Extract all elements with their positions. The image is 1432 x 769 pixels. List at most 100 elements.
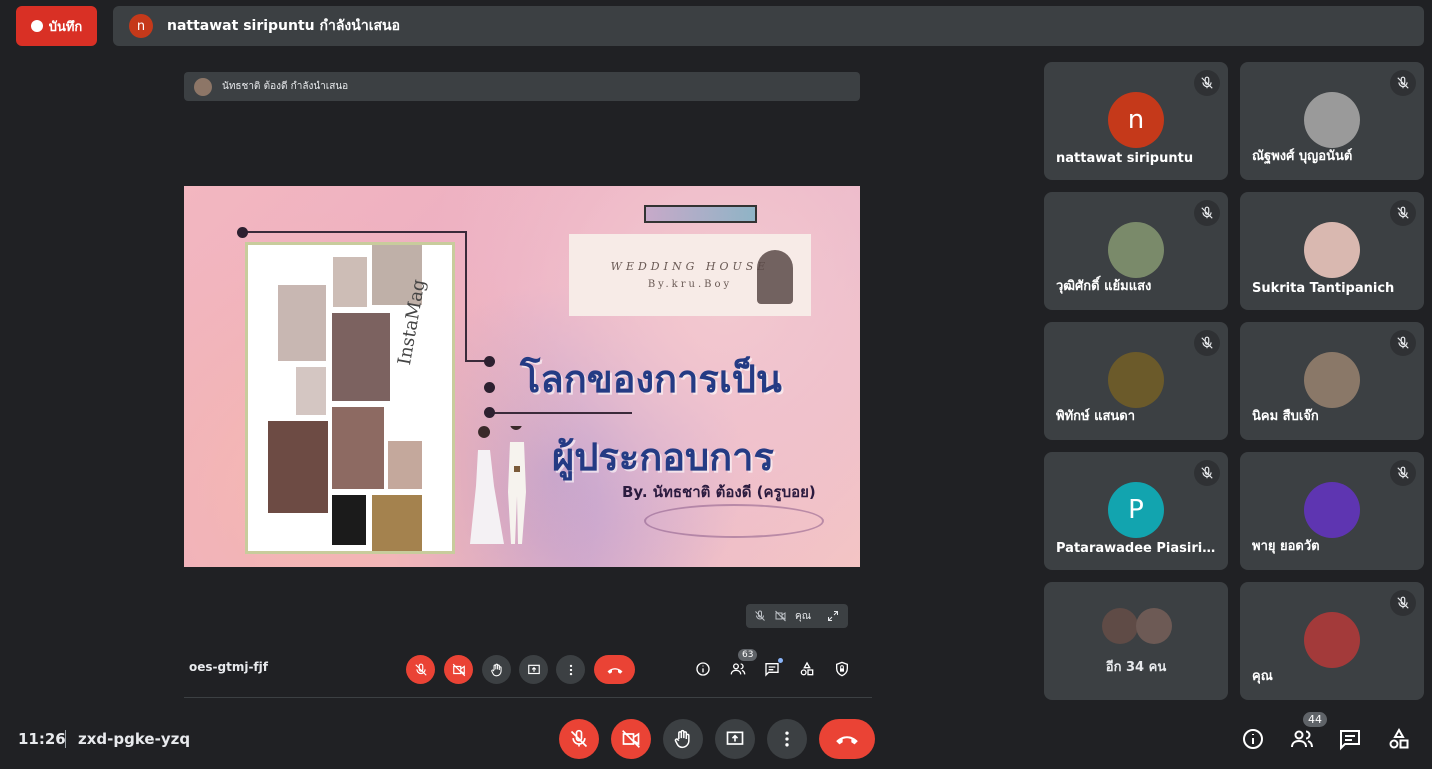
camera-off-icon [452,663,465,676]
presenter-banner: n nattawat siripuntu กำลังนำเสนอ [113,6,1424,46]
inner-activities-button[interactable] [795,657,819,681]
participant-tile[interactable]: พิทักษ์ แสนดา [1044,322,1228,440]
inner-presenter-text: นัทธชาติ ต้องดี กำลังนำเสนอ [222,81,349,92]
participant-tile[interactable]: n nattawat siripuntu [1044,62,1228,180]
mic-off-icon [414,663,427,676]
people-icon [730,663,746,675]
muted-indicator [1390,70,1416,96]
inner-presenter-avatar [194,77,212,96]
wedding-house-logo: WEDDING HOUSE By.kru.Boy [569,234,811,316]
participant-tile[interactable]: P Patarawadee Piasirim... [1044,452,1228,570]
participant-name: คุณ [1252,669,1273,684]
decorative-swirl [644,504,824,538]
hand-icon [674,729,690,749]
mic-off-icon [1201,206,1213,219]
inner-people-count-badge: 63 [738,649,758,661]
inner-presenter-banner: นัทธชาติ ต้องดี กำลังนำเสนอ [184,72,860,101]
mic-off-icon [755,610,765,621]
slide-dot [237,227,248,238]
meeting-code: zxd-pgke-yzq [78,730,191,748]
participant-avatar: n [1108,92,1164,148]
inner-self-view[interactable]: คุณ [746,604,848,628]
participant-avatar [1108,222,1164,278]
slide-byline: By. นัทธชาติ ต้องดี (ครูบอย) [622,483,816,501]
raise-hand-button[interactable] [663,719,703,759]
camera-toggle-button[interactable] [611,719,651,759]
people-button[interactable]: 44 [1287,712,1327,754]
collage-photo [332,407,384,489]
slide-title-line1: โลกของการเป็น [520,356,782,401]
inner-raise-hand-button[interactable] [482,655,511,684]
mic-off-icon [1201,76,1213,89]
collage-photo [372,495,422,551]
inner-host-controls-button[interactable] [830,657,854,681]
muted-indicator [1390,200,1416,226]
chat-unread-dot [778,658,783,663]
participant-avatar [1304,612,1360,668]
inner-people-button[interactable]: 63 [726,649,758,681]
inner-chat-button[interactable] [760,657,784,681]
more-vert-icon [785,731,789,747]
meeting-info-button[interactable] [1238,724,1268,754]
participant-tile[interactable]: ณัฐพงศ์ บุญอนันต์ [1240,62,1424,180]
slide-line [465,231,467,361]
logo-line1: WEDDING HOUSE [610,260,770,273]
inner-mic-off-button[interactable] [406,655,435,684]
inner-info-button[interactable] [691,657,715,681]
collage-photo [296,367,326,415]
slide-title-line2: ผู้ประกอบการ [552,434,774,479]
people-icon [1291,730,1313,748]
self-label: คุณ [795,610,811,622]
inner-camera-off-button[interactable] [444,655,473,684]
participant-avatar [1136,608,1172,644]
inner-more-options-button[interactable] [556,655,585,684]
slide-line [242,231,466,233]
more-options-button[interactable] [767,719,807,759]
inner-present-button[interactable] [519,655,548,684]
slide-dot [484,382,495,393]
participant-name: Patarawadee Piasirim... [1056,541,1218,556]
participant-name: nattawat siripuntu [1056,151,1194,166]
more-vert-icon [569,664,572,675]
chat-button[interactable] [1335,724,1365,754]
present-now-button[interactable] [715,719,755,759]
mic-off-icon [1397,206,1409,219]
presentation-slide: WEDDING HOUSE By.kru.Boy InstaMag โลกของ… [184,186,860,567]
participant-tile[interactable]: คุณ [1240,582,1424,700]
participant-avatar [1304,92,1360,148]
mic-off-icon [1397,466,1409,479]
activities-button[interactable] [1384,724,1414,754]
inner-meeting-code: oes-gtmj-fjf [189,660,268,674]
participant-name: พิทักษ์ แสนดา [1056,409,1136,424]
participant-avatar [1108,352,1164,408]
participant-name: นิคม สืบเจ๊ก [1252,409,1319,424]
slide-decor-bar [644,205,757,223]
activities-icon [800,661,814,676]
leave-call-button[interactable] [819,719,875,759]
participant-tile[interactable]: อีก 34 คน [1044,582,1228,700]
participant-name: ณัฐพงศ์ บุญอนันต์ [1252,149,1353,164]
participant-tile[interactable]: วุฒิศักดิ์ แย้มแสง [1044,192,1228,310]
participant-name: วุฒิศักดิ์ แย้มแสง [1056,279,1152,294]
mic-off-icon [1397,76,1409,89]
slide-line [489,412,632,414]
muted-indicator [1194,70,1220,96]
record-icon [30,20,43,32]
muted-indicator [1390,330,1416,356]
participant-tile[interactable]: นิคม สืบเจ๊ก [1240,322,1424,440]
collage-photo [333,257,367,307]
participant-tile[interactable]: พายุ ยอดวัต [1240,452,1424,570]
inner-leave-call-button[interactable] [594,655,635,684]
mic-off-icon [1397,336,1409,349]
expand-icon[interactable] [827,610,839,622]
presenter-text: nattawat siripuntu กำลังนำเสนอ [167,18,401,34]
end-call-icon [836,736,858,745]
clock: 11:26 [18,730,66,748]
record-button[interactable]: บันทึก [16,6,97,46]
more-participants-label: อีก 34 คน [1105,660,1167,675]
muted-indicator [1194,200,1220,226]
present-icon [527,664,540,674]
mic-toggle-button[interactable] [559,719,599,759]
participant-avatar [1304,222,1360,278]
participant-tile[interactable]: Sukrita Tantipanich [1240,192,1424,310]
